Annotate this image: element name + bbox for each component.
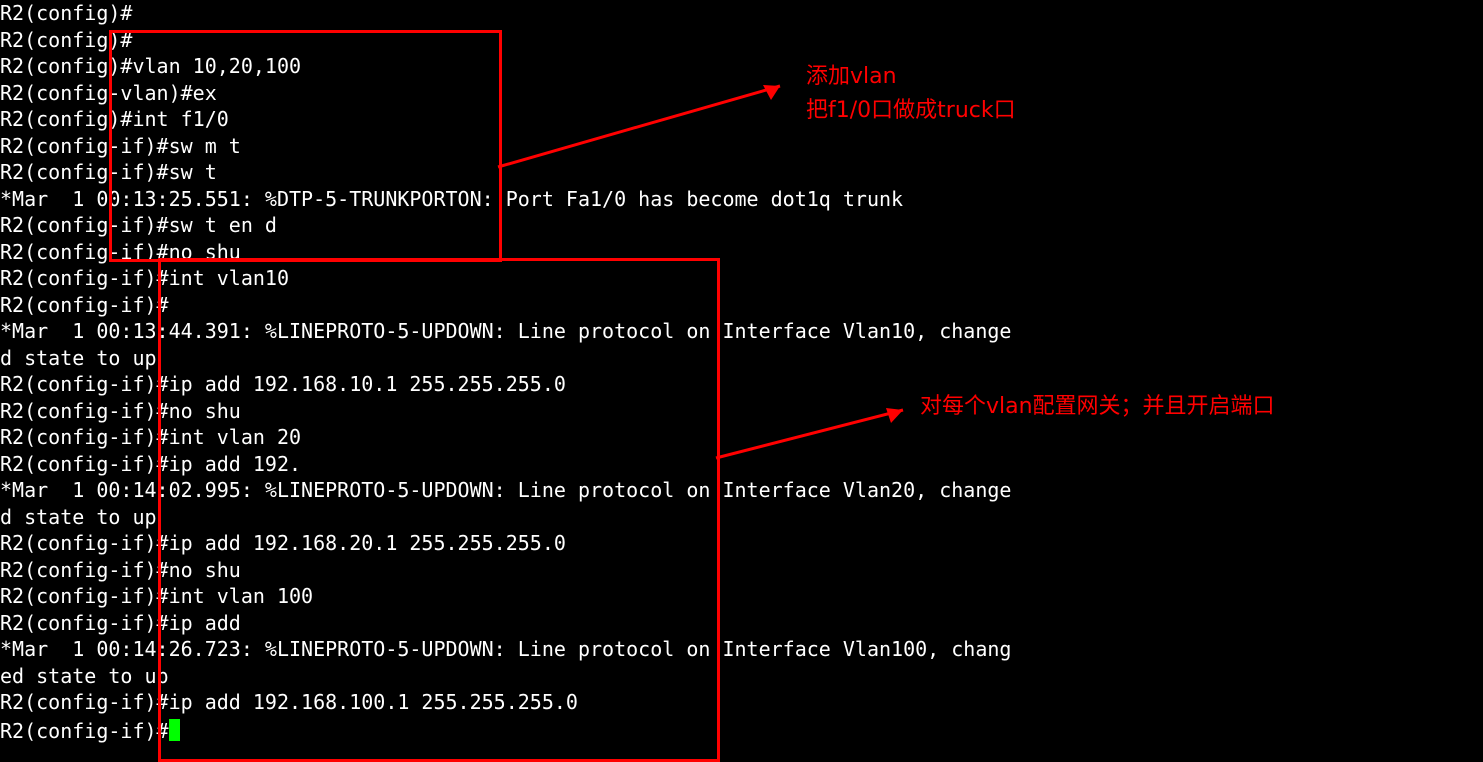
annotation-1-line1: 添加vlan [806,58,897,90]
arrow-2 [0,0,1483,756]
annotation-2: 对每个vlan配置网关；并且开启端口 [920,388,1275,420]
annotation-1-line2: 把f1/0口做成truck口 [806,92,1016,124]
